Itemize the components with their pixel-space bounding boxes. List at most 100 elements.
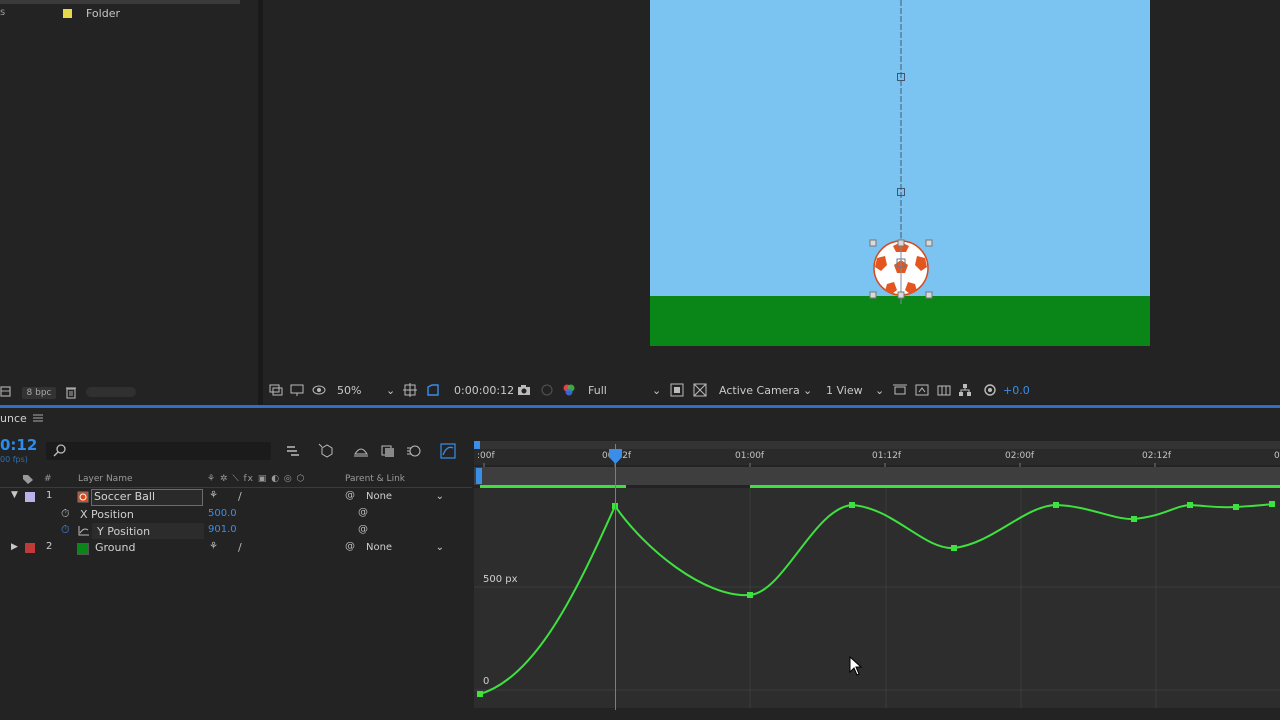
exposure-value[interactable]: +0.0 <box>1003 378 1030 404</box>
quality-switch-icon-2[interactable]: / <box>238 541 242 554</box>
x-pick-whip-icon[interactable]: @ <box>358 507 368 518</box>
work-area-start-handle[interactable] <box>476 468 482 484</box>
snapshot-camera-icon[interactable] <box>517 383 531 397</box>
composition-mini-flowchart-icon[interactable] <box>286 444 302 458</box>
property-x-position[interactable]: X Position <box>80 508 134 521</box>
solid-layer-icon <box>77 543 89 555</box>
column-switches-icons: ⚘ ✲ ⟍ fx ▣ ◐ ◎ ⬡ <box>207 474 306 484</box>
monitor-icon[interactable] <box>290 383 304 397</box>
interpret-footage-icon[interactable] <box>0 386 12 398</box>
bpc-button[interactable]: 8 bpc <box>22 387 56 399</box>
property-y-position[interactable]: Y Position <box>97 525 150 538</box>
column-number: # <box>44 474 52 484</box>
y-axis-label-500: 500 px <box>483 574 518 585</box>
project-panel <box>0 0 258 405</box>
x-position-value[interactable]: 500.0 <box>208 508 237 519</box>
mask-visibility-icon[interactable] <box>312 383 326 397</box>
folder-prefix: s <box>0 7 6 18</box>
trash-icon[interactable] <box>64 385 78 399</box>
folder-item-label[interactable]: Folder <box>86 7 120 20</box>
ruler-label: 01:00f <box>735 451 765 461</box>
flowchart-icon[interactable] <box>958 383 972 397</box>
chevron-down-icon: ⌄ <box>435 542 444 553</box>
column-layer-name[interactable]: Layer Name <box>78 474 133 484</box>
ruler-label: 01:12f <box>872 451 902 461</box>
header-divider <box>0 487 472 488</box>
toggle-pixel-aspect-icon[interactable] <box>893 383 907 397</box>
shy-layers-icon[interactable] <box>353 444 369 458</box>
always-preview-icon[interactable] <box>269 383 283 397</box>
parent-dropdown-1[interactable]: None ⌄ <box>366 491 448 505</box>
ruler-label: 0 <box>1274 451 1280 461</box>
quality-switch-icon[interactable]: / <box>238 490 242 503</box>
playhead-handle-icon[interactable] <box>608 449 623 465</box>
zoom-chevron-down-icon[interactable]: ⌄ <box>386 378 395 404</box>
parent-dropdown-2[interactable]: None ⌄ <box>366 542 448 556</box>
camera-chevron-down-icon[interactable]: ⌄ <box>803 378 812 404</box>
reset-exposure-icon[interactable] <box>983 383 997 397</box>
timeline-current-time[interactable]: 0:12 <box>0 436 37 454</box>
shape-layer-icon <box>77 491 89 503</box>
y-position-curve[interactable] <box>479 503 1275 695</box>
current-time-indicator[interactable] <box>615 444 616 710</box>
folder-color-swatch <box>63 9 72 18</box>
mouse-pointer-icon <box>849 656 863 676</box>
resolution-chevron-down-icon[interactable]: ⌄ <box>652 378 661 404</box>
composition-canvas[interactable] <box>650 0 1150 346</box>
frame-blending-icon[interactable] <box>380 444 396 458</box>
project-scroll-top[interactable] <box>0 0 240 4</box>
timeline-icon[interactable] <box>937 383 951 397</box>
timeline-fps: 00 fps) <box>0 455 28 464</box>
keyframes[interactable] <box>477 501 1275 697</box>
graph-include-icon[interactable] <box>78 525 90 536</box>
ruler-label: 02:00f <box>1005 451 1035 461</box>
resolution-dropdown[interactable]: Full <box>588 378 607 404</box>
grid-guides-icon[interactable] <box>693 383 707 397</box>
layer-name-text: Soccer Ball <box>94 490 155 503</box>
composition-tab[interactable]: unce <box>0 412 27 425</box>
soccer-ball[interactable] <box>868 238 934 304</box>
view-chevron-down-icon[interactable]: ⌄ <box>875 378 884 404</box>
layer-name-ground[interactable]: Ground <box>95 541 135 554</box>
label-tag-icon <box>23 475 33 484</box>
zoom-dropdown[interactable]: 50% <box>337 378 361 404</box>
region-of-interest-icon[interactable] <box>403 383 417 397</box>
preview-3d-icon[interactable] <box>915 383 929 397</box>
shy-switch-icon-2[interactable]: ⚘ <box>209 541 218 552</box>
column-parent-link: Parent & Link <box>345 474 405 484</box>
value-graph[interactable] <box>474 488 1280 720</box>
layer-label-color-2[interactable] <box>25 543 35 553</box>
show-snapshot-icon[interactable] <box>540 383 554 397</box>
pick-whip-icon-2[interactable]: @ <box>345 541 355 552</box>
project-scrollbar[interactable] <box>86 387 136 397</box>
chevron-down-icon: ⌄ <box>435 491 444 502</box>
pick-whip-icon[interactable]: @ <box>345 490 355 501</box>
view-layout-dropdown[interactable]: 1 View <box>826 378 863 404</box>
fast-previews-icon[interactable] <box>670 383 684 397</box>
color-channels-icon[interactable] <box>562 383 576 397</box>
transparency-grid-icon[interactable] <box>426 383 440 397</box>
parent-value-2: None <box>366 542 393 553</box>
twirl-expanded-icon[interactable]: ▼ <box>11 490 18 500</box>
work-area-bar[interactable] <box>474 467 1280 485</box>
panel-menu-icon[interactable] <box>33 414 43 422</box>
ruler-label: :00f <box>477 451 495 461</box>
y-pick-whip-icon[interactable]: @ <box>358 524 368 535</box>
layer-search-input[interactable] <box>46 442 271 460</box>
draft-3d-icon[interactable] <box>318 442 336 458</box>
camera-dropdown[interactable]: Active Camera <box>719 378 800 404</box>
motion-blur-icon[interactable] <box>406 443 422 459</box>
layer-index: 1 <box>46 490 53 501</box>
twirl-collapsed-icon[interactable]: ▶ <box>11 542 18 552</box>
layer-name-field[interactable]: Soccer Ball <box>91 489 203 506</box>
navigator-start-handle[interactable] <box>474 441 480 449</box>
stopwatch-icon[interactable]: ⏱ <box>61 507 70 521</box>
shy-switch-icon[interactable]: ⚘ <box>209 490 218 501</box>
y-position-value[interactable]: 901.0 <box>208 524 237 535</box>
layer-label-color[interactable] <box>25 492 35 502</box>
time-navigator[interactable] <box>474 441 1280 449</box>
current-time-display[interactable]: 0:00:00:12 <box>454 378 514 404</box>
stopwatch-active-icon[interactable]: ⏱ <box>61 523 70 537</box>
search-icon[interactable] <box>52 444 68 458</box>
graph-editor-icon[interactable] <box>440 443 456 459</box>
